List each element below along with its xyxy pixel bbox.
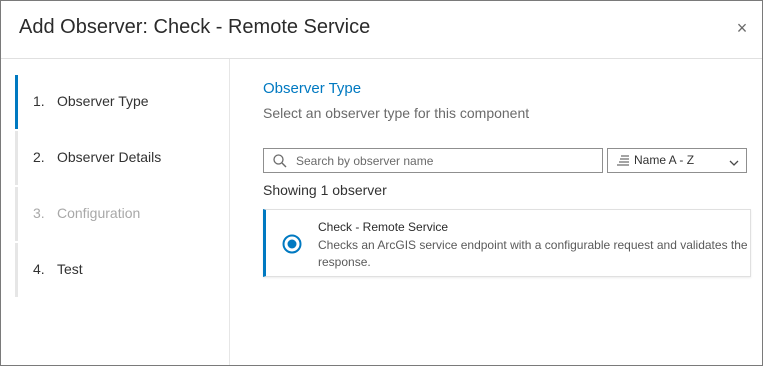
step-configuration: 3. Configuration	[15, 187, 215, 241]
close-icon[interactable]: ×	[731, 17, 753, 39]
step-number: 4.	[33, 261, 45, 277]
section-title: Observer Type	[263, 80, 362, 97]
search-box[interactable]	[263, 148, 603, 173]
step-observer-type[interactable]: 1. Observer Type	[15, 75, 215, 129]
step-number: 3.	[33, 205, 45, 221]
add-observer-dialog: Add Observer: Check - Remote Service × 1…	[0, 0, 763, 366]
result-count: Showing 1 observer	[263, 182, 387, 198]
sort-icon	[616, 154, 630, 168]
step-test[interactable]: 4. Test	[15, 243, 215, 297]
step-number: 2.	[33, 149, 45, 165]
step-label: Test	[57, 261, 83, 277]
dialog-title: Add Observer: Check - Remote Service	[19, 16, 371, 38]
sort-dropdown[interactable]: Name A - Z	[607, 148, 747, 173]
section-subtitle: Select an observer type for this compone…	[263, 105, 530, 121]
sort-selected-label: Name A - Z	[634, 153, 695, 167]
observer-description: Checks an ArcGIS service endpoint with a…	[318, 238, 748, 269]
search-icon	[272, 153, 288, 169]
observer-card-check-remote-service[interactable]: Check - Remote Service Checks an ArcGIS …	[263, 209, 751, 277]
step-label: Observer Type	[57, 93, 149, 109]
search-input[interactable]	[296, 151, 596, 170]
stepper: 1. Observer Type 2. Observer Details 3. Con…	[1, 59, 230, 365]
main-panel: Observer Type Select an observer type fo…	[263, 59, 753, 365]
radio-selected-icon[interactable]	[282, 234, 302, 254]
observer-title: Check - Remote Service	[318, 220, 449, 234]
step-number: 1.	[33, 93, 45, 109]
step-label: Observer Details	[57, 149, 162, 165]
step-observer-details[interactable]: 2. Observer Details	[15, 131, 215, 185]
step-label: Configuration	[57, 205, 141, 221]
dialog-header: Add Observer: Check - Remote Service ×	[1, 1, 762, 59]
chevron-down-icon	[728, 156, 740, 166]
